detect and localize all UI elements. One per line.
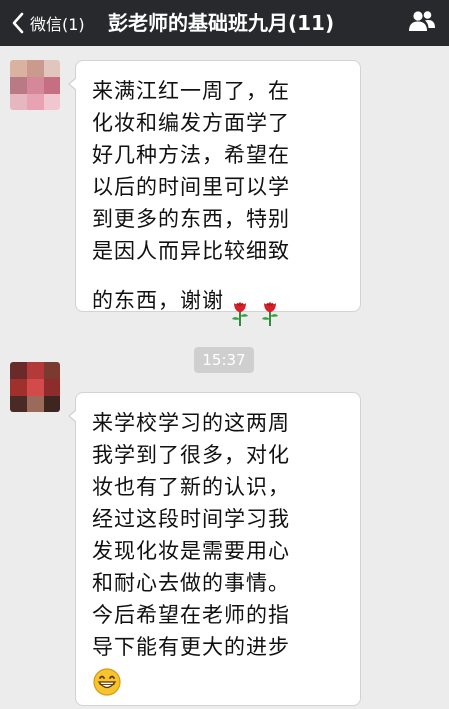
group-members-icon xyxy=(408,10,436,36)
message-text: 来学校学习的这两周 我学到了很多，对化 妆也有了新的认识， 经过这段时间学习我 … xyxy=(92,411,290,659)
sender-avatar[interactable] xyxy=(10,362,60,412)
message-bubble[interactable]: 来学校学习的这两周 我学到了很多，对化 妆也有了新的认识， 经过这段时间学习我 … xyxy=(68,392,361,706)
chevron-left-icon xyxy=(6,0,30,46)
message-text: 来满江红一周了，在 化妆和编发方面学了 好几种方法，希望在 以后的时间里可以学 … xyxy=(92,75,346,336)
chat-header: 微信(1) 彭老师的基础班九月(11) xyxy=(0,0,449,46)
back-button[interactable]: 微信(1) xyxy=(6,0,85,46)
group-members-button[interactable] xyxy=(407,8,437,38)
chat-title: 彭老师的基础班九月(11) xyxy=(108,11,335,35)
rose-icon xyxy=(230,267,250,336)
rose-icon xyxy=(260,267,280,336)
message-bubble[interactable]: 来满江红一周了，在 化妆和编发方面学了 好几种方法，希望在 以后的时间里可以学 … xyxy=(68,60,361,326)
back-label: 微信(1) xyxy=(30,15,85,34)
message-timestamp: 15:37 xyxy=(194,347,254,373)
grinning-face-icon xyxy=(92,667,346,701)
sender-avatar[interactable] xyxy=(10,60,60,110)
